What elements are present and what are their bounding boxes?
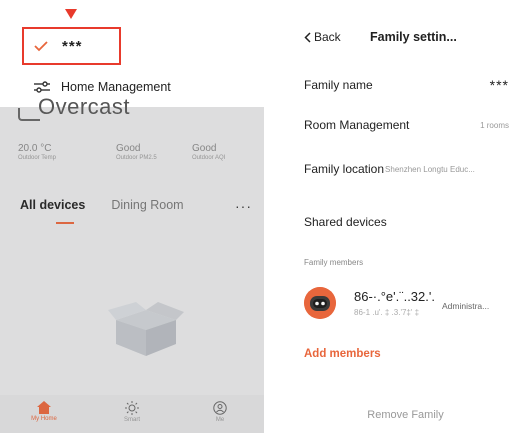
stat-label: Outdoor AQI (192, 155, 226, 161)
shared-devices-row[interactable]: Shared devices (304, 215, 517, 229)
family-name: *** (62, 37, 83, 55)
stat-label: Outdoor PM2.5 (116, 155, 157, 161)
room-tabs: All devices Dining Room ··· (20, 198, 252, 214)
stat-outdoor-temp: 20.0 °C Outdoor Temp (18, 143, 56, 161)
tab-dining-room[interactable]: Dining Room (111, 198, 183, 212)
nav-my-home[interactable]: My Home (14, 401, 74, 422)
room-management-label: Room Management (304, 118, 410, 132)
stat-outdoor-pm25: Good Outdoor PM2.5 (116, 143, 157, 161)
top-bar: Back Family settin... (294, 0, 517, 70)
nav-label: Me (215, 417, 225, 423)
home-icon (37, 401, 51, 414)
stat-label: Outdoor Temp (18, 155, 56, 161)
family-name-label: Family name (304, 78, 373, 92)
members-header: Family members (304, 258, 364, 267)
member-row[interactable]: 86-·.°e'.¨..32.'. 86-1 .u'. ‡ .3.'7‡' ‡ … (304, 285, 517, 325)
stat-outdoor-aqi: Good Outdoor AQI (192, 143, 225, 161)
screen: Overcast 20.0 °C Outdoor Temp Good Outdo… (0, 0, 517, 433)
family-location-row[interactable]: Family location Shenzhen Longtu Educ... (304, 162, 517, 176)
home-panel: Overcast 20.0 °C Outdoor Temp Good Outdo… (0, 0, 264, 433)
room-count: 1 rooms (480, 120, 509, 130)
family-location-value: Shenzhen Longtu Educ... (385, 164, 475, 174)
stat-value: Good (192, 143, 217, 154)
checkmark-icon (34, 41, 48, 52)
weather-icon (18, 108, 40, 121)
family-name-value: *** (489, 77, 509, 93)
home-management-item[interactable]: Home Management (33, 80, 171, 94)
highlight-arrow-icon (65, 9, 77, 19)
chevron-left-icon (304, 31, 311, 43)
shared-devices-label: Shared devices (304, 215, 387, 229)
bottom-nav: My Home Smart Me (0, 395, 264, 433)
nav-label: My Home (31, 416, 57, 422)
family-settings-panel: Back Family settin... Family name *** Ro… (294, 0, 517, 433)
sun-icon (125, 401, 139, 415)
weather-condition: Overcast (38, 94, 131, 119)
tab-all-devices[interactable]: All devices (20, 198, 85, 212)
user-icon (213, 401, 227, 415)
remove-family-button[interactable]: Remove Family (294, 409, 517, 421)
family-selector-item[interactable]: *** (22, 27, 121, 65)
add-members-button[interactable]: Add members (304, 348, 381, 360)
member-account: 86-1 .u'. ‡ .3.'7‡' ‡ (354, 308, 420, 317)
nav-me[interactable]: Me (190, 401, 250, 423)
empty-box-icon (108, 302, 184, 356)
member-role: Administra... (442, 301, 490, 311)
more-tabs-button[interactable]: ··· (235, 198, 252, 214)
back-button[interactable]: Back (304, 30, 341, 44)
avatar (304, 287, 336, 319)
family-name-row[interactable]: Family name *** (304, 77, 517, 93)
family-location-label: Family location (304, 162, 385, 176)
back-label: Back (314, 30, 341, 44)
member-name: 86-·.°e'.¨..32.'. (354, 289, 435, 304)
active-tab-indicator (56, 222, 74, 224)
stat-value: Good (116, 143, 141, 154)
home-management-label: Home Management (61, 80, 171, 94)
robot-avatar-icon (304, 287, 336, 319)
nav-label: Smart (123, 417, 140, 423)
room-management-row[interactable]: Room Management 1 rooms (304, 118, 517, 132)
page-title: Family settin... (370, 30, 457, 44)
sliders-icon (34, 81, 50, 93)
nav-smart[interactable]: Smart (102, 401, 162, 423)
stat-value: 20.0 °C (18, 143, 52, 154)
